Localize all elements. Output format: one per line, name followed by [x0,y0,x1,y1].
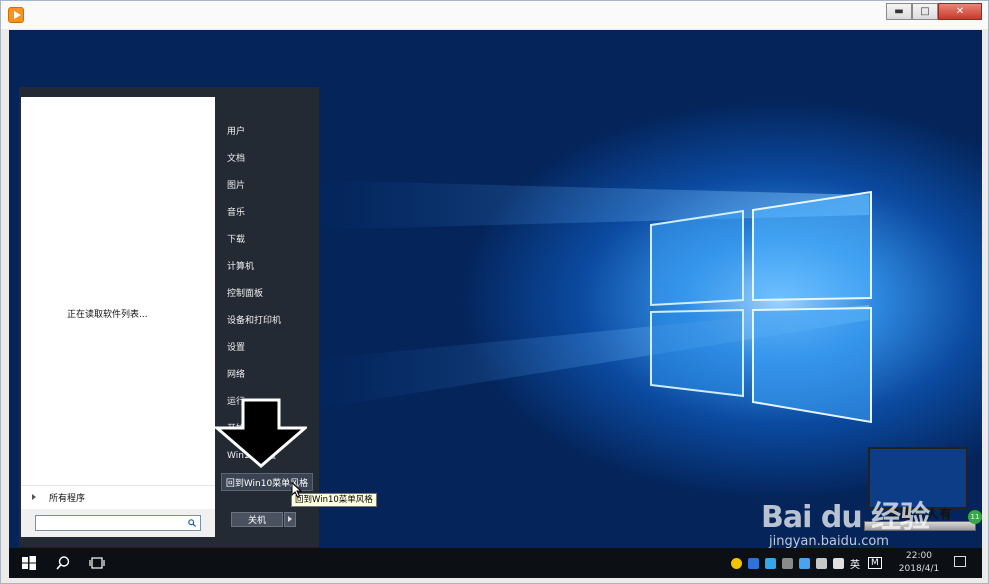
menu-item-music[interactable]: 音乐 [227,206,245,220]
shutdown-options-button[interactable] [284,512,296,527]
programs-pane: 正在读取软件列表... 所有程序 [21,97,215,537]
window-controls: ▬ □ ✕ [886,3,982,21]
shutdown-button[interactable]: 关机 [231,512,283,527]
caret-right-icon [32,494,36,500]
input-language[interactable]: 英 [850,556,860,571]
search-input[interactable] [35,515,201,531]
task-view-icon[interactable] [89,555,105,571]
tray-monitor-icon[interactable] [799,557,810,569]
volume-icon[interactable] [833,557,844,569]
desktop-screen: 正在读取软件列表... 所有程序 用户 文档 图片 音乐 下载 计算机 控制面板… [9,30,982,578]
start-menu: 正在读取软件列表... 所有程序 用户 文档 图片 音乐 下载 计算机 控制面板… [19,87,319,547]
minimize-button[interactable]: ▬ [886,3,912,20]
system-tray: 英 M [731,555,890,571]
mouse-cursor-icon [291,482,303,498]
watermark-url: jingyan.baidu.com [769,534,889,549]
menu-item-devices-printers[interactable]: 设备和打印机 [227,314,281,328]
player-app-icon[interactable] [8,7,24,23]
tray-device-icon[interactable] [782,557,793,569]
menu-item-user[interactable]: 用户 [227,125,245,139]
menu-item-computer[interactable]: 计算机 [227,260,254,274]
maximize-button[interactable]: □ [912,3,938,20]
clock-date: 2018/4/1 [898,564,940,574]
tray-app-icon[interactable] [731,557,742,569]
watermark-main: Bai du 经验 [761,500,930,535]
menu-item-settings[interactable]: 设置 [227,341,245,355]
pointer-arrow-annotation [215,398,307,468]
menu-item-downloads[interactable]: 下载 [227,233,245,247]
search-icon[interactable] [55,555,71,571]
menu-item-pictures[interactable]: 图片 [227,179,245,193]
menu-item-control-panel[interactable]: 控制面板 [227,287,263,301]
notification-center-icon[interactable] [954,556,966,567]
all-programs-row[interactable]: 所有程序 [21,485,215,507]
taskbar: 英 M 22:00 2018/4/1 [9,548,982,578]
menu-item-documents[interactable]: 文档 [227,152,245,166]
windows-icon[interactable] [21,555,37,571]
search-row [21,509,215,537]
windows-logo-panes [650,190,872,424]
close-button[interactable]: ✕ [938,3,982,20]
clock-time: 22:00 [906,551,932,561]
all-programs-label: 所有程序 [49,494,86,504]
bluetooth-icon[interactable] [748,557,759,569]
ime-indicator[interactable]: M [868,557,882,569]
wifi-icon[interactable] [816,557,827,569]
player-window: ▬ □ ✕ 正在读取软件列表... 所有程序 用户 文档 图片 音乐 下载 计算… [0,0,989,584]
search-icon[interactable] [188,519,196,527]
tray-shield-icon[interactable] [765,557,776,569]
title-bar[interactable]: ▬ □ ✕ [1,1,988,29]
clock[interactable]: 22:00 2018/4/1 [889,550,949,576]
tooltip: 回到Win10菜单风格 [291,493,377,507]
menu-item-network[interactable]: 网络 [227,368,245,382]
loading-status: 正在读取软件列表... [67,310,148,320]
